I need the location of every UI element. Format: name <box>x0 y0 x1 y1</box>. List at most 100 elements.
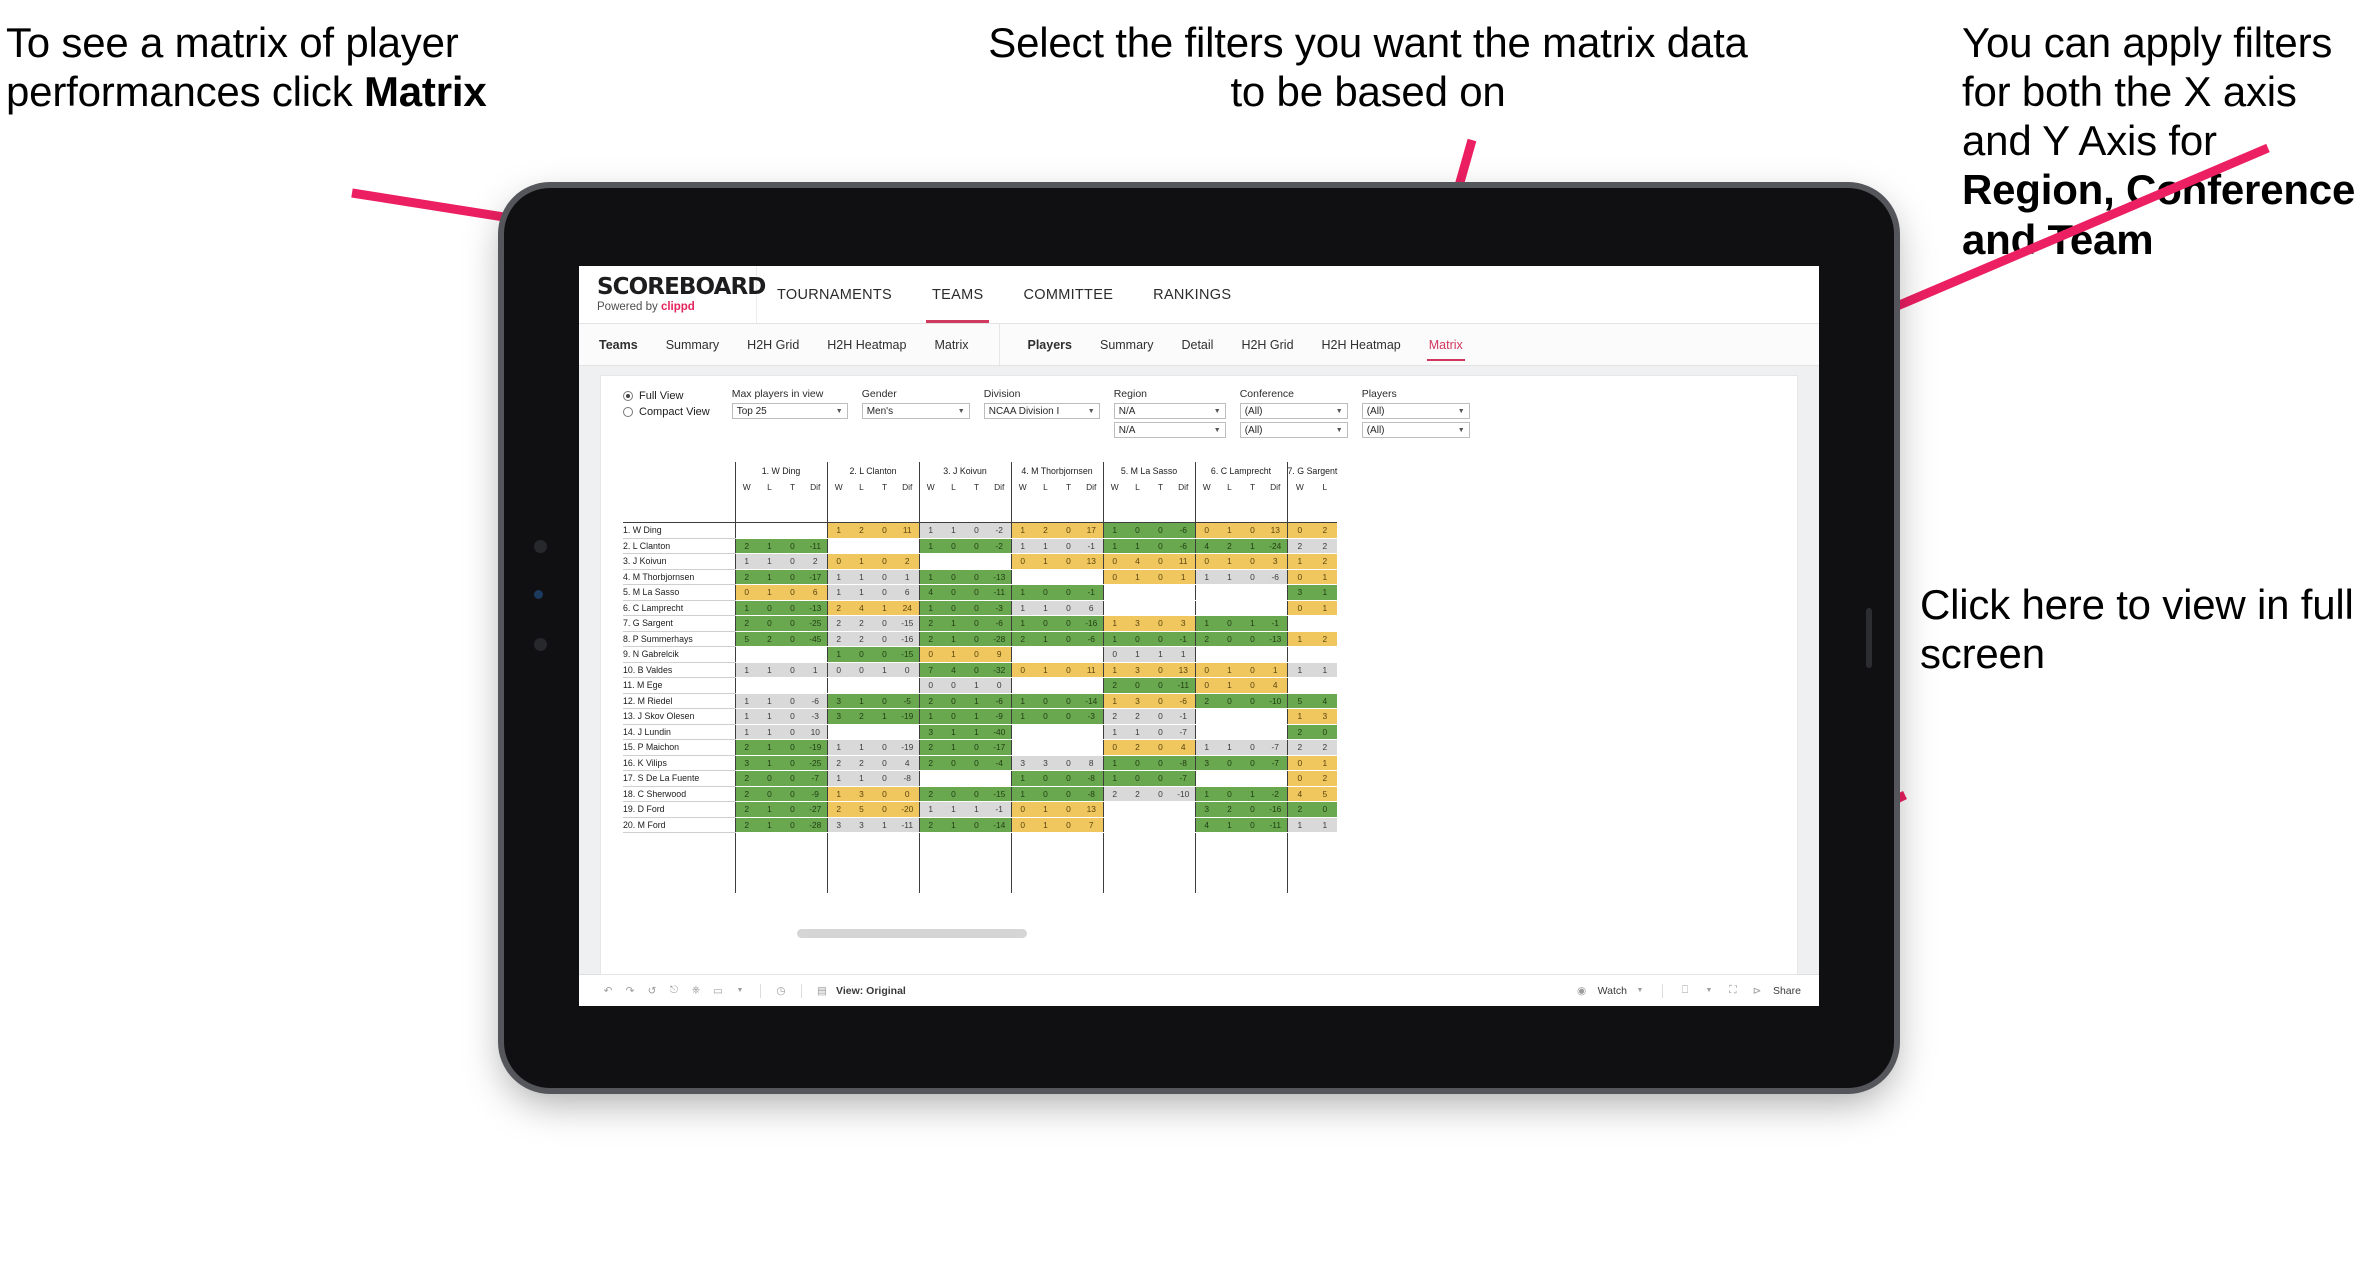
matrix-cell[interactable]: -6 <box>804 693 827 709</box>
matrix-row-label[interactable]: 12. M Riedel <box>623 693 735 709</box>
matrix-cell[interactable]: 1 <box>1010 786 1034 802</box>
matrix-cell[interactable]: -6 <box>988 693 1011 709</box>
matrix-cell[interactable]: 1 <box>1218 817 1241 833</box>
matrix-cell[interactable]: 3 <box>1286 584 1313 601</box>
matrix-cell[interactable]: 0 <box>873 786 896 802</box>
matrix-cell[interactable]: 0 <box>918 646 942 663</box>
matrix-row-label[interactable]: 19. D Ford <box>623 801 735 818</box>
matrix-cell[interactable]: 4 <box>1312 693 1338 709</box>
matrix-cell[interactable]: 0 <box>965 739 988 756</box>
matrix-cell[interactable]: 0 <box>1218 786 1241 802</box>
matrix-cell[interactable]: -15 <box>896 615 919 632</box>
matrix-cell[interactable]: 0 <box>781 755 804 771</box>
matrix-cell[interactable]: 2 <box>1034 522 1057 539</box>
matrix-cell[interactable]: 4 <box>1194 817 1218 833</box>
matrix-cell[interactable]: -7 <box>1264 739 1287 756</box>
matrix-row-label[interactable]: 6. C Lamprecht <box>623 600 735 616</box>
matrix-cell[interactable]: 0 <box>1057 817 1080 833</box>
matrix-cell[interactable]: 0 <box>918 677 942 694</box>
matrix-cell[interactable]: 0 <box>1149 538 1172 554</box>
matrix-cell[interactable]: 0 <box>1149 770 1172 787</box>
matrix-cell[interactable]: 0 <box>896 662 919 678</box>
matrix-cell[interactable]: 1 <box>1241 538 1264 554</box>
matrix-cell[interactable]: 8 <box>1080 755 1103 771</box>
matrix-cell[interactable]: 2 <box>734 569 758 585</box>
matrix-cell[interactable]: 2 <box>1218 801 1241 818</box>
matrix-cell[interactable]: 0 <box>781 584 804 601</box>
matrix-cell[interactable]: 1 <box>758 538 781 554</box>
matrix-cell[interactable]: 4 <box>896 755 919 771</box>
matrix-cell[interactable]: 1 <box>758 817 781 833</box>
matrix-cell[interactable]: 13 <box>1080 801 1103 818</box>
matrix-cell[interactable]: 3 <box>850 786 873 802</box>
matrix-cell[interactable]: -24 <box>1264 538 1287 554</box>
matrix-cell[interactable]: 3 <box>1194 755 1218 771</box>
matrix-cell[interactable]: 2 <box>918 755 942 771</box>
matrix-cell[interactable]: 1 <box>918 569 942 585</box>
matrix-cell[interactable]: 0 <box>1149 553 1172 570</box>
matrix-cell[interactable]: 1 <box>850 739 873 756</box>
matrix-cell[interactable]: -40 <box>988 724 1011 740</box>
matrix-cell[interactable]: -19 <box>804 739 827 756</box>
pause-updates-icon[interactable]: ⎈ <box>685 980 707 1002</box>
matrix-cell[interactable]: 0 <box>781 569 804 585</box>
matrix-cell[interactable]: 0 <box>942 786 965 802</box>
filter-select-max-players-in-view[interactable]: Top 25 ▼ <box>731 403 848 419</box>
matrix-cell[interactable]: 1 <box>734 708 758 725</box>
matrix-cell[interactable]: -20 <box>896 801 919 818</box>
matrix-cell[interactable]: 1 <box>965 693 988 709</box>
matrix-cell[interactable]: 2 <box>1126 786 1149 802</box>
matrix-cell[interactable]: 0 <box>873 693 896 709</box>
matrix-cell[interactable]: 0 <box>1149 522 1172 539</box>
matrix-cell[interactable]: 0 <box>1194 553 1218 570</box>
subnav-players-h2h-heatmap[interactable]: H2H Heatmap <box>1308 324 1415 365</box>
matrix-cell[interactable]: 0 <box>781 631 804 647</box>
matrix-cell[interactable]: -19 <box>896 739 919 756</box>
matrix-cell[interactable]: 1 <box>1312 817 1338 833</box>
matrix-cell[interactable]: 2 <box>758 631 781 647</box>
matrix-cell[interactable]: -15 <box>896 646 919 663</box>
matrix-cell[interactable]: -19 <box>896 708 919 725</box>
matrix-cell[interactable]: 0 <box>965 538 988 554</box>
matrix-cell[interactable]: 0 <box>1286 755 1313 771</box>
matrix-cell[interactable]: 0 <box>896 786 919 802</box>
matrix-cell[interactable]: 0 <box>1102 646 1126 663</box>
matrix-cell[interactable]: 1 <box>918 600 942 616</box>
matrix-cell[interactable]: 0 <box>965 786 988 802</box>
matrix-row-label[interactable]: 13. J Skov Olesen <box>623 708 735 725</box>
matrix-cell[interactable]: -4 <box>988 755 1011 771</box>
matrix-cell[interactable]: 2 <box>734 538 758 554</box>
matrix-cell[interactable]: 2 <box>734 801 758 818</box>
matrix-cell[interactable]: 0 <box>1241 817 1264 833</box>
matrix-cell[interactable]: 0 <box>781 553 804 570</box>
matrix-row-label[interactable]: 3. J Koivun <box>623 553 735 570</box>
matrix-cell[interactable]: 1 <box>1034 631 1057 647</box>
matrix-cell[interactable]: 7 <box>1080 817 1103 833</box>
matrix-cell[interactable]: -32 <box>988 662 1011 678</box>
matrix-cell[interactable]: 1 <box>758 569 781 585</box>
matrix-cell[interactable]: 0 <box>1241 755 1264 771</box>
matrix-cell[interactable]: 0 <box>873 569 896 585</box>
matrix-cell[interactable]: 0 <box>965 600 988 616</box>
matrix-cell[interactable]: -14 <box>1080 693 1103 709</box>
matrix-cell[interactable]: 0 <box>781 817 804 833</box>
matrix-row-label[interactable]: 18. C Sherwood <box>623 786 735 802</box>
matrix-cell[interactable]: 1 <box>873 662 896 678</box>
matrix-cell[interactable]: -2 <box>1264 786 1287 802</box>
matrix-cell[interactable]: 0 <box>1126 770 1149 787</box>
matrix-cell[interactable]: 0 <box>781 615 804 632</box>
matrix-cell[interactable]: 2 <box>826 631 850 647</box>
matrix-cell[interactable]: 0 <box>1126 522 1149 539</box>
matrix-cell[interactable]: 2 <box>1194 693 1218 709</box>
matrix-cell[interactable]: 1 <box>1149 646 1172 663</box>
matrix-cell[interactable]: 0 <box>965 584 988 601</box>
matrix-cell[interactable]: 1 <box>826 522 850 539</box>
matrix-cell[interactable]: 1 <box>734 553 758 570</box>
filter-select-region[interactable]: N/A ▼ <box>1113 403 1226 419</box>
matrix-cell[interactable]: 0 <box>1034 708 1057 725</box>
matrix-cell[interactable]: 0 <box>781 693 804 709</box>
matrix-cell[interactable]: 2 <box>918 817 942 833</box>
matrix-cell[interactable]: 1 <box>734 600 758 616</box>
matrix-cell[interactable]: 0 <box>1218 631 1241 647</box>
matrix-cell[interactable]: 2 <box>918 615 942 632</box>
